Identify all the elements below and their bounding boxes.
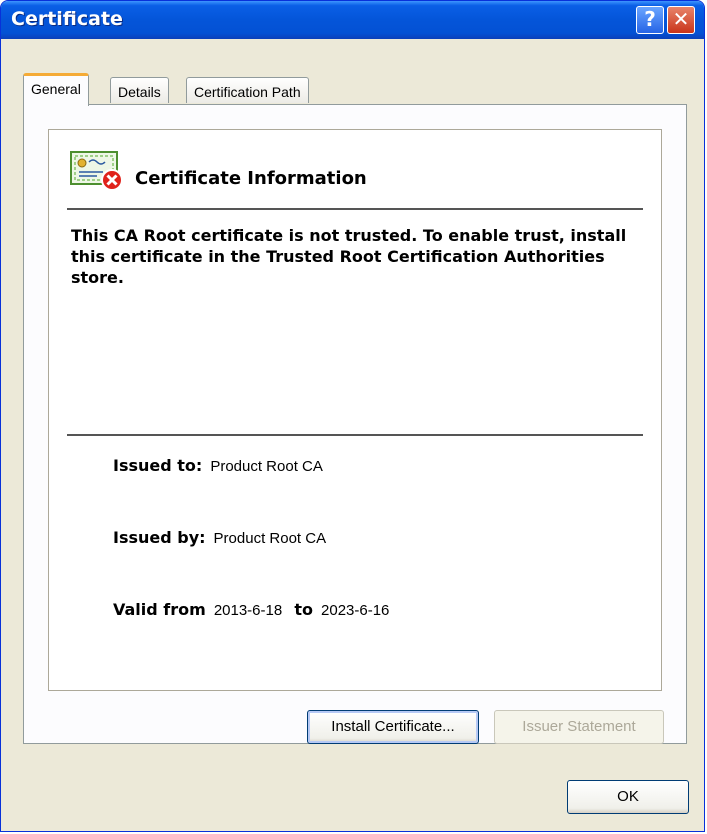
close-button[interactable]: ✕	[667, 6, 695, 34]
issued-by-label: Issued by:	[113, 528, 206, 547]
certificate-untrusted-icon	[70, 151, 123, 191]
window-title: Certificate	[11, 8, 123, 30]
install-certificate-button[interactable]: Install Certificate...	[307, 710, 479, 744]
tab-details[interactable]: Details	[110, 77, 169, 103]
issuer-statement-button[interactable]: Issuer Statement	[494, 710, 664, 744]
valid-to-value: 2023-6-16	[321, 602, 390, 619]
issued-to-label: Issued to:	[113, 456, 203, 475]
valid-from-label: Valid from	[113, 600, 206, 619]
divider-bottom	[67, 434, 643, 436]
issued-by-value: Product Root CA	[213, 530, 327, 547]
issued-to-row: Issued to: Product Root CA	[113, 456, 323, 475]
ok-button[interactable]: OK	[567, 780, 689, 814]
valid-to-label: to	[294, 600, 314, 619]
certificate-info-title: Certificate Information	[135, 168, 367, 189]
valid-from-value: 2013-6-18	[213, 602, 283, 619]
issued-to-value: Product Root CA	[210, 458, 323, 475]
general-tab-panel: Certificate Information This CA Root cer…	[23, 104, 687, 744]
divider-top	[67, 208, 643, 210]
certificate-dialog: Certificate ? ✕ General Details Certific…	[0, 0, 705, 832]
title-bar[interactable]: Certificate ? ✕	[1, 1, 704, 39]
tab-certification-path[interactable]: Certification Path	[186, 77, 309, 103]
issued-by-row: Issued by: Product Root CA	[113, 528, 326, 547]
help-button[interactable]: ?	[636, 6, 664, 34]
certificate-info-box: Certificate Information This CA Root cer…	[48, 129, 662, 691]
tab-general[interactable]: General	[23, 73, 89, 106]
validity-row: Valid from 2013-6-18 to 2023-6-16	[113, 600, 389, 619]
trust-warning-message: This CA Root certificate is not trusted.…	[71, 226, 627, 287]
